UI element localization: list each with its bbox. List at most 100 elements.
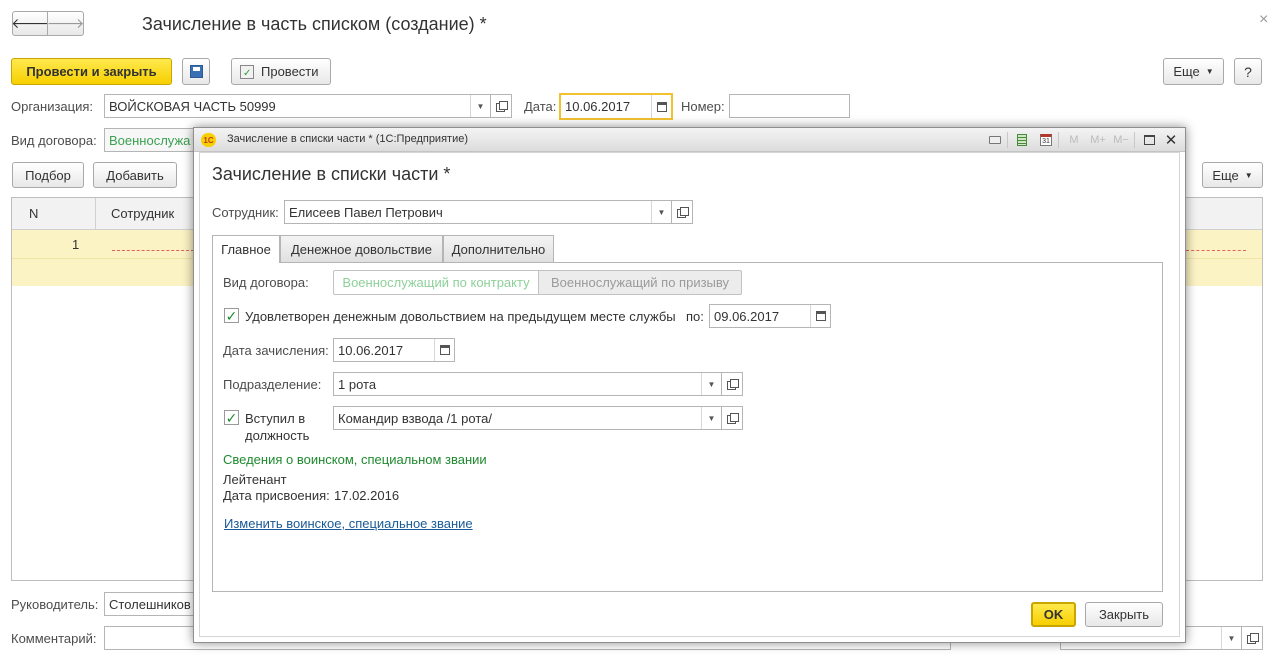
rank-date-value: 17.02.2016	[334, 488, 400, 503]
checkmark-icon: ✓	[225, 409, 238, 426]
add-button[interactable]: Добавить	[93, 162, 177, 188]
contract-option-contract[interactable]: Военнослужащий по контракту	[333, 270, 539, 295]
table-more-label: Еще	[1212, 167, 1239, 183]
open-icon	[1247, 633, 1259, 644]
chevron-down-icon[interactable]: ▼	[701, 373, 721, 395]
org-value: ВОЙСКОВАЯ ЧАСТЬ 50999	[109, 98, 276, 114]
contract-value: Военнослужа	[109, 132, 191, 148]
post-icon: ✓	[240, 64, 254, 79]
open-icon	[727, 379, 739, 390]
calendar-icon[interactable]: 31	[1039, 133, 1053, 147]
checkmark-icon: ✓	[225, 307, 238, 324]
more-button[interactable]: Еще ▼	[1163, 58, 1224, 85]
page-title: Зачисление в часть списком (создание) *	[142, 14, 487, 34]
calendar-icon[interactable]	[434, 339, 454, 361]
org-field[interactable]: ВОЙСКОВАЯ ЧАСТЬ 50999 ▼	[104, 94, 491, 118]
more-button-label: Еще	[1173, 64, 1200, 79]
back-button[interactable]: 🡐	[11, 11, 49, 36]
save-icon	[189, 65, 203, 78]
calculator-icon[interactable]	[1015, 133, 1029, 147]
arrow-left-icon: 🡐	[11, 15, 49, 31]
ok-button[interactable]: OK	[1031, 602, 1076, 627]
memory-minus-icon[interactable]: M−	[1112, 133, 1130, 147]
department-field[interactable]: 1 рота ▼	[333, 372, 722, 396]
allowance-until-field[interactable]: 09.06.2017	[709, 304, 831, 328]
row-number: 1	[72, 237, 80, 252]
pick-button[interactable]: Подбор	[12, 162, 84, 188]
table-row[interactable]: 1	[12, 230, 194, 286]
table-header-right	[1186, 198, 1262, 230]
help-button[interactable]: ?	[1234, 58, 1262, 85]
post-button[interactable]: ✓ Провести	[231, 58, 331, 85]
employee-value: Елисеев Павел Петрович	[289, 204, 443, 220]
maximize-icon[interactable]	[1142, 133, 1156, 147]
open-icon	[496, 101, 508, 112]
allowance-checkbox[interactable]: ✓	[224, 308, 239, 323]
department-value: 1 рота	[338, 376, 377, 392]
open-icon	[727, 413, 739, 424]
org-label: Организация:	[11, 99, 94, 114]
tab-additional[interactable]: Дополнительно	[443, 235, 554, 262]
manager-label: Руководитель:	[11, 597, 99, 612]
chevron-down-icon[interactable]: ▼	[701, 407, 721, 429]
position-field[interactable]: Командир взвода /1 рота/ ▼	[333, 406, 722, 430]
close-icon[interactable]: ✕	[1164, 132, 1178, 149]
dialog-heading: Зачисление в списки части *	[212, 164, 451, 184]
allowance-checkbox-label[interactable]: Удовлетворен денежным довольствием на пр…	[245, 309, 676, 324]
employee-open-button[interactable]	[672, 200, 693, 224]
column-header-n[interactable]: N	[29, 206, 38, 221]
table-row-right[interactable]	[1186, 230, 1262, 286]
manager-field[interactable]: Столешников	[104, 592, 204, 616]
close-icon[interactable]: ×	[1259, 11, 1268, 29]
date-label: Дата:	[524, 99, 557, 114]
allowance-until-label: по:	[686, 309, 704, 324]
contract-option-conscript[interactable]: Военнослужащий по призыву	[538, 270, 742, 295]
save-button[interactable]	[182, 58, 210, 85]
tab-panel: Вид договора: Военнослужащий по контракт…	[212, 262, 1163, 592]
employee-field[interactable]: Елисеев Павел Петрович ▼	[284, 200, 672, 224]
chevron-down-icon[interactable]: ▼	[651, 201, 671, 223]
manager-value: Столешников	[109, 596, 191, 612]
position-checkbox-label-line1[interactable]: Вступил в	[245, 411, 305, 426]
contract-field[interactable]: Военнослужа	[104, 128, 204, 152]
dialog-window-title: Зачисление в списки части * (1С:Предприя…	[227, 133, 469, 145]
enroll-date-value: 10.06.2017	[338, 342, 404, 358]
calendar-icon[interactable]	[810, 305, 830, 327]
contract-label: Вид договора:	[11, 133, 97, 148]
org-open-button[interactable]	[491, 94, 512, 118]
print-icon[interactable]	[988, 133, 1002, 147]
app-logo: 1С	[201, 133, 216, 147]
table-more-button[interactable]: Еще ▼	[1202, 162, 1263, 188]
number-field[interactable]	[729, 94, 850, 118]
responsible-open-button[interactable]	[1242, 626, 1263, 650]
enroll-dialog: 1С Зачисление в списки части * (1С:Предп…	[193, 127, 1186, 643]
position-checkbox-label-line2[interactable]: должность	[245, 428, 309, 443]
employee-label: Сотрудник:	[212, 205, 279, 220]
chevron-down-icon[interactable]: ▼	[470, 95, 490, 117]
chevron-down-icon: ▼	[1205, 67, 1214, 76]
column-header-employee[interactable]: Сотрудник	[111, 206, 174, 221]
calendar-icon[interactable]	[651, 95, 671, 118]
tab-main[interactable]: Главное	[212, 235, 280, 263]
enroll-date-field[interactable]: 10.06.2017	[333, 338, 455, 362]
rank-date-label: Дата присвоения:	[223, 488, 330, 503]
department-open-button[interactable]	[722, 372, 743, 396]
memory-m-icon[interactable]: M	[1068, 133, 1080, 147]
post-button-label: Провести	[261, 64, 319, 79]
position-open-button[interactable]	[722, 406, 743, 430]
memory-plus-icon[interactable]: M+	[1089, 133, 1107, 147]
table-header: N Сотрудник	[12, 198, 194, 230]
tab-allowance[interactable]: Денежное довольствие	[280, 235, 443, 262]
post-and-close-button[interactable]: Провести и закрыть	[11, 58, 172, 85]
position-value: Командир взвода /1 рота/	[338, 410, 492, 426]
contract-type-label: Вид договора:	[223, 275, 309, 290]
change-rank-link[interactable]: Изменить воинское, специальное звание	[224, 516, 473, 531]
comment-label: Комментарий:	[11, 631, 97, 646]
forward-button[interactable]: 🡒	[47, 11, 84, 36]
position-checkbox[interactable]: ✓	[224, 410, 239, 425]
dialog-titlebar[interactable]: 1С Зачисление в списки части * (1С:Предп…	[194, 128, 1185, 152]
chevron-down-icon[interactable]: ▼	[1221, 627, 1241, 649]
close-button[interactable]: Закрыть	[1085, 602, 1163, 627]
date-value: 10.06.2017	[565, 99, 631, 114]
date-field[interactable]: 10.06.2017	[559, 93, 673, 120]
